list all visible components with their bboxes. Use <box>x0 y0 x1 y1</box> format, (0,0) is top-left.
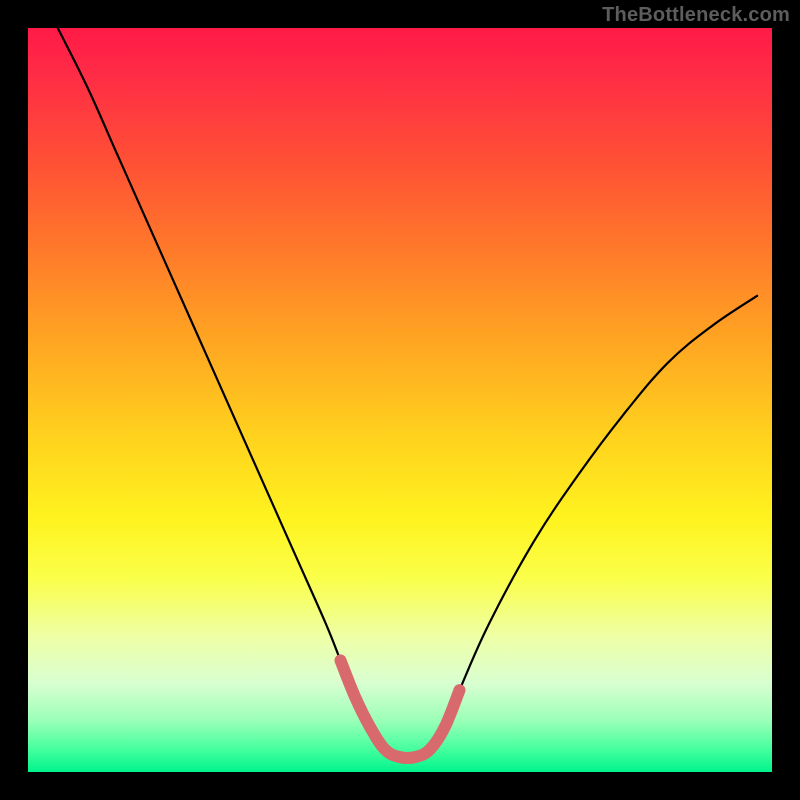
valley-accent-path <box>340 660 459 758</box>
chart-frame: TheBottleneck.com <box>0 0 800 800</box>
bottleneck-curve-path <box>58 28 757 758</box>
plot-area <box>28 28 772 772</box>
chart-svg <box>28 28 772 772</box>
watermark-text: TheBottleneck.com <box>602 4 790 27</box>
